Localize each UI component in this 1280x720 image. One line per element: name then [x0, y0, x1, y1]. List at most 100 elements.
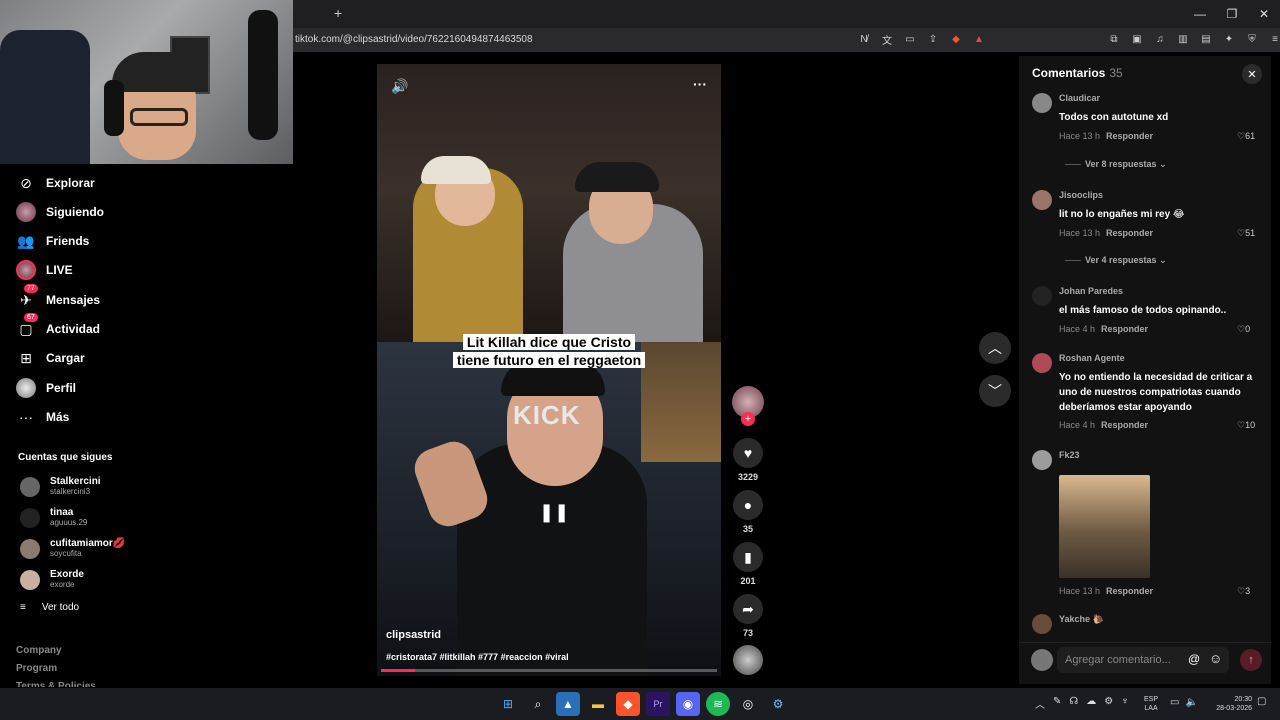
view-replies-button[interactable]: Ver 4 respuestas ⌄	[1065, 255, 1167, 266]
steam-icon[interactable]: ⚙	[766, 692, 790, 716]
pause-icon[interactable]: ❚❚	[539, 502, 569, 523]
sidebar-item-cargar[interactable]: ⊞ Cargar	[16, 346, 85, 370]
clock[interactable]: 20:30 28-03-2026	[1208, 695, 1252, 713]
footer-link-company[interactable]: Company	[16, 645, 62, 656]
menu-icon[interactable]: ≡	[1268, 32, 1280, 46]
cloud-icon[interactable]: ☁	[1086, 696, 1096, 711]
new-tab-button[interactable]: +	[334, 5, 342, 21]
comment-action[interactable]: ● 35	[732, 490, 764, 534]
language-indicator[interactable]: ESP LAA	[1144, 695, 1158, 713]
obs-icon[interactable]: ◎	[736, 692, 760, 716]
minimize-button[interactable]: —	[1184, 0, 1216, 28]
share-action[interactable]: ➦ 73	[732, 594, 764, 638]
comment-like-button[interactable]: ♡51	[1237, 228, 1255, 239]
sidebar-item-actividad[interactable]: ▢ 67 Actividad	[16, 313, 100, 341]
screenshot-icon[interactable]: ▣	[1130, 32, 1144, 46]
discord-icon[interactable]: ◉	[676, 692, 700, 716]
spotify-icon[interactable]: ≋	[706, 692, 730, 716]
comment-user[interactable]: Claudicar	[1059, 93, 1100, 103]
pen-icon[interactable]: ✎	[1053, 696, 1061, 711]
microphone-icon[interactable]: ♆	[1121, 696, 1129, 711]
comment-input[interactable]	[1057, 647, 1229, 673]
footer-link-terms[interactable]: Terms & Policies	[16, 681, 96, 687]
share-icon[interactable]: ⇪	[926, 32, 940, 46]
chevron-up-icon[interactable]: ︿	[1035, 696, 1045, 711]
steam-tray-icon[interactable]: ⚙	[1104, 696, 1113, 711]
translate-icon[interactable]: 文	[880, 32, 894, 47]
brave-rewards-icon[interactable]: ▲	[972, 32, 986, 46]
avatar[interactable]	[1032, 614, 1052, 634]
gallery-icon[interactable]: ▲	[556, 692, 580, 716]
previous-video-button[interactable]: ︿	[979, 332, 1011, 364]
no-translate-icon[interactable]: N̸	[857, 32, 871, 46]
video-player[interactable]: KICK Lit Killah dice que Cristo tiene fu…	[377, 64, 721, 676]
close-comments-button[interactable]: ✕	[1242, 64, 1262, 84]
comment-user[interactable]: Roshan Agente	[1059, 353, 1125, 363]
following-account[interactable]: Stalkercini stalkercini3	[20, 476, 101, 497]
avatar[interactable]	[1032, 93, 1052, 113]
following-account[interactable]: Exorde exorde	[20, 569, 84, 590]
close-window-button[interactable]: ✕	[1248, 0, 1280, 28]
file-explorer-icon[interactable]: ▬	[586, 692, 610, 716]
following-account[interactable]: tinaa aguuus.29	[20, 507, 87, 528]
avatar[interactable]	[1032, 353, 1052, 373]
footer-link-program[interactable]: Program	[16, 663, 57, 674]
save-action[interactable]: ▮ 201	[732, 542, 764, 586]
follow-plus-icon[interactable]: +	[741, 412, 755, 426]
sidebar-item-live[interactable]: LIVE	[16, 258, 73, 282]
headphones-icon[interactable]: ☊	[1069, 696, 1078, 711]
reply-button[interactable]: Responder	[1101, 324, 1148, 334]
cast-icon[interactable]: ▭	[903, 32, 917, 46]
reply-button[interactable]: Responder	[1106, 586, 1153, 596]
see-all-link[interactable]: ≡ Ver todo	[20, 602, 79, 613]
sidebar-toggle-icon[interactable]: ▥	[1176, 32, 1190, 46]
heart-icon[interactable]: ♥	[733, 438, 763, 468]
leo-ai-icon[interactable]: ✦	[1222, 32, 1236, 46]
comment-like-button[interactable]: ♡3	[1237, 586, 1250, 597]
comment-user[interactable]: Jisooclips	[1059, 190, 1103, 200]
url-field[interactable]: tiktok.com/@clipsastrid/video/7622160494…	[295, 34, 533, 45]
comment-icon[interactable]: ●	[733, 490, 763, 520]
more-options-icon[interactable]: ···	[693, 76, 707, 92]
media-icon[interactable]: ♫	[1153, 32, 1167, 46]
video-progress-bar[interactable]	[381, 669, 717, 672]
emoji-icon[interactable]: ☺	[1209, 651, 1222, 666]
bookmark-icon[interactable]: ▮	[733, 542, 763, 572]
brave-shield-icon[interactable]: ◆	[949, 32, 963, 46]
next-video-button[interactable]: ﹀	[979, 375, 1011, 407]
mention-icon[interactable]: @	[1188, 652, 1200, 666]
volume-icon[interactable]: 🔊	[391, 78, 408, 95]
sidebar-item-perfil[interactable]: Perfil	[16, 376, 76, 400]
reply-button[interactable]: Responder	[1106, 131, 1153, 141]
reply-button[interactable]: Responder	[1101, 420, 1148, 430]
extensions-icon[interactable]: ⧉	[1107, 32, 1121, 46]
windows-start-icon[interactable]: ⊞	[496, 692, 520, 716]
view-replies-button[interactable]: Ver 8 respuestas ⌄	[1065, 159, 1167, 170]
search-icon[interactable]: ⌕	[526, 692, 550, 716]
system-status[interactable]: ▭ 🔈	[1170, 697, 1198, 708]
comment-user[interactable]: Fk23	[1059, 450, 1080, 460]
reply-button[interactable]: Responder	[1106, 228, 1153, 238]
avatar[interactable]	[1032, 450, 1052, 470]
comment-like-button[interactable]: ♡10	[1237, 420, 1255, 431]
sidebar-item-siguiendo[interactable]: Siguiendo	[16, 200, 104, 224]
comment-image[interactable]	[1059, 475, 1150, 578]
comment-like-button[interactable]: ♡61	[1237, 131, 1255, 142]
video-hashtags[interactable]: #cristorata7 #litkillah #777 #reaccion #…	[386, 652, 569, 662]
video-author[interactable]: clipsastrid	[386, 629, 441, 641]
avatar[interactable]	[1032, 190, 1052, 210]
sidebar-item-mensajes[interactable]: ✈ 77 Mensajes	[16, 284, 100, 312]
comment-like-button[interactable]: ♡0	[1237, 324, 1250, 335]
maximize-button[interactable]: ❐	[1216, 0, 1248, 28]
sidebar-item-explorar[interactable]: ⊘ Explorar	[16, 171, 95, 195]
music-disc-icon[interactable]	[733, 645, 763, 675]
comment-user[interactable]: Yakche 🐌	[1059, 614, 1104, 625]
avatar[interactable]	[1032, 286, 1052, 306]
notification-icon[interactable]: ▢	[1257, 696, 1266, 707]
following-account[interactable]: cufitamiamor💋 soycufita	[20, 538, 125, 559]
comment-user[interactable]: Johan Paredes	[1059, 286, 1123, 296]
vpn-icon[interactable]: ⛨	[1245, 32, 1259, 46]
sidebar-item-mas[interactable]: ··· Más	[16, 405, 69, 429]
send-button[interactable]: ↑	[1240, 649, 1262, 671]
premiere-pro-icon[interactable]: Pr	[646, 692, 670, 716]
